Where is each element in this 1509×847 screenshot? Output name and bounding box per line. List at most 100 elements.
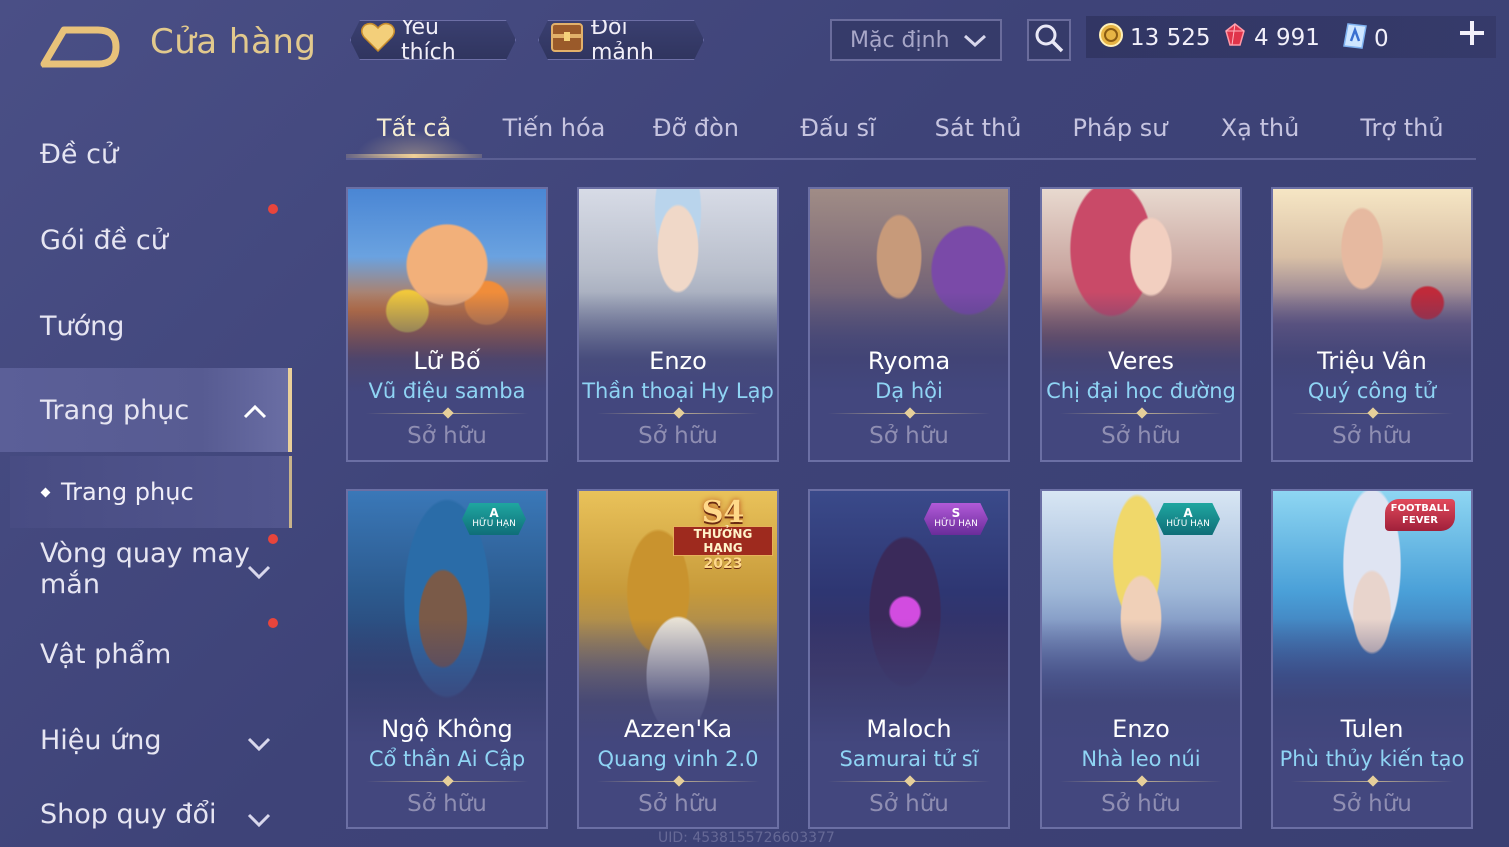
skin-card[interactable]: Ryoma Dạ hội Sở hữu [808,187,1010,462]
skin-name: Cổ thần Ai Cập [368,747,526,771]
skin-card[interactable]: A HỮU HẠN Ngộ Không Cổ thần Ai Cập Sở hữ… [346,489,548,829]
favorites-label: Yêu thích [401,15,456,65]
sidebar-item-label: Gói đề cử [40,224,168,256]
hero-name: Triệu Vân [1317,347,1427,375]
owned-status: Sở hữu [407,423,487,449]
sidebar-item-effects[interactable]: Hiệu ứng [0,698,292,782]
search-button[interactable] [1027,19,1071,61]
sidebar-item-label: Shop quy đổi [40,798,217,830]
tab-evolution[interactable]: Tiến hóa [488,114,620,158]
skin-card[interactable]: S HỮU HẠN Maloch Samurai tử sĩ Sở hữu [808,489,1010,829]
skin-name: Quý công tử [1307,379,1437,403]
sidebar-item-lucky-wheel[interactable]: Vòng quay may mắn [0,528,292,612]
owned-status: Sở hữu [869,423,949,449]
back-arrow-icon[interactable] [36,22,124,70]
skin-name: Quang vinh 2.0 [597,747,759,771]
ruby-currency: 4 991 [1222,22,1320,54]
voucher-currency: 0 [1342,22,1389,56]
skin-card[interactable]: FOOTBALL FEVER Tulen Phù thủy kiến tạo S… [1271,489,1473,829]
sort-value: Mặc định [850,27,950,53]
owned-status: Sở hữu [1101,423,1181,449]
shards-label: Đổi mảnh [591,15,654,65]
gold-currency: 13 525 [1098,22,1210,54]
notification-dot [268,204,278,214]
skin-card[interactable]: A HỮU HẠN Enzo Nhà leo núi Sở hữu [1040,489,1242,829]
add-currency-button[interactable] [1458,18,1486,54]
hero-name: Veres [1108,347,1174,375]
skin-grid: Lữ Bố Vũ điệu samba Sở hữu Enzo Thần tho… [346,187,1476,837]
heart-icon [361,22,395,58]
sidebar-subitem-label: Trang phục [61,478,194,506]
search-icon [1034,23,1064,57]
notification-dot [268,534,278,544]
skin-name: Chị đại học đường [1046,379,1236,403]
hero-name: Ryoma [867,347,951,375]
skin-card[interactable]: Lữ Bố Vũ điệu samba Sở hữu [346,187,548,462]
skin-name: Thần thoại Hy Lạp [582,379,774,403]
sidebar-item-items[interactable]: Vật phẩm [0,612,292,696]
favorites-button[interactable]: Yêu thích [350,20,516,60]
sidebar-item-label: Đề cử [40,138,119,170]
tab-assassin[interactable]: Sát thủ [912,114,1044,158]
hero-name: Enzo [649,347,707,375]
treasure-chest-icon [549,20,585,60]
skin-name: Nhà leo núi [1081,747,1201,771]
sidebar-subitem-skins[interactable]: Trang phục [10,456,292,528]
skin-card[interactable]: S4 THƯỞNG HẠNG 2023 Azzen'Ka Quang vinh … [577,489,779,829]
hero-name: Enzo [1112,715,1170,743]
role-tabs: Tất cả Tiến hóa Đỡ đòn Đấu sĩ Sát thủ Ph… [346,100,1476,160]
currency-bar: 13 525 4 991 0 [1086,16,1496,58]
tab-marksman[interactable]: Xạ thủ [1194,114,1326,158]
limited-badge: A HỮU HẠN [1156,503,1220,535]
hero-name: Lữ Bố [413,347,481,375]
ruby-amount: 4 991 [1254,25,1320,51]
hero-name: Maloch [866,715,952,743]
page-title: Cửa hàng [150,22,317,62]
tab-mage[interactable]: Pháp sư [1054,114,1186,158]
chevron-down-icon [246,806,272,837]
owned-status: Sở hữu [638,791,718,817]
skin-name: Phù thủy kiến tạo [1279,747,1465,771]
sidebar-item-label: Tướng [40,310,125,342]
chevron-down-icon [246,730,272,761]
sidebar-item-label: Hiệu ứng [40,724,162,756]
hero-name: Ngộ Không [381,715,513,743]
voucher-amount: 0 [1374,26,1389,52]
hero-name: Azzen'Ka [623,715,733,743]
active-tab-underline [346,154,482,158]
tab-tank[interactable]: Đỡ đòn [630,114,762,158]
sort-dropdown[interactable]: Mặc định [830,19,1002,61]
sidebar-item-recommended[interactable]: Đề cử [0,112,292,196]
owned-status: Sở hữu [638,423,718,449]
gold-amount: 13 525 [1130,25,1211,51]
owned-status: Sở hữu [1332,791,1412,817]
owned-status: Sở hữu [407,791,487,817]
sidebar: Đề cử Gói đề cử Tướng Trang phục Trang p… [0,100,295,847]
skin-card[interactable]: Triệu Vân Quý công tử Sở hữu [1271,187,1473,462]
season-reward-badge: S4 THƯỞNG HẠNG 2023 [669,495,777,572]
skin-card[interactable]: Veres Chị đại học đường Sở hữu [1040,187,1242,462]
tab-support[interactable]: Trợ thủ [1336,114,1468,158]
tab-fighter[interactable]: Đấu sĩ [772,114,904,158]
hero-name: Tulen [1340,715,1404,743]
sidebar-item-recommended-packs[interactable]: Gói đề cử [0,198,292,282]
notification-dot [268,618,278,628]
chevron-up-icon [242,398,268,429]
exchange-shards-button[interactable]: Đổi mảnh [538,20,704,60]
owned-status: Sở hữu [869,791,949,817]
sidebar-item-heroes[interactable]: Tướng [0,284,292,368]
top-bar: Cửa hàng Yêu thích Đổi mảnh Mặc định 13 … [0,0,1509,84]
sidebar-item-label: Trang phục [40,394,190,426]
plus-icon [1458,15,1486,56]
event-badge: FOOTBALL FEVER [1385,499,1455,531]
skin-card[interactable]: Enzo Thần thoại Hy Lạp Sở hữu [577,187,779,462]
limited-badge: A HỮU HẠN [462,503,526,535]
sidebar-item-exchange-shop[interactable]: Shop quy đổi [0,784,292,844]
voucher-card-icon [1342,22,1368,56]
chevron-down-icon [246,558,272,589]
owned-status: Sở hữu [1101,791,1181,817]
uid-watermark: UID: 4538155726603377 [658,830,835,846]
tab-all[interactable]: Tất cả [346,114,482,158]
ruby-gem-icon [1222,22,1248,54]
sidebar-item-skins[interactable]: Trang phục [0,368,292,452]
